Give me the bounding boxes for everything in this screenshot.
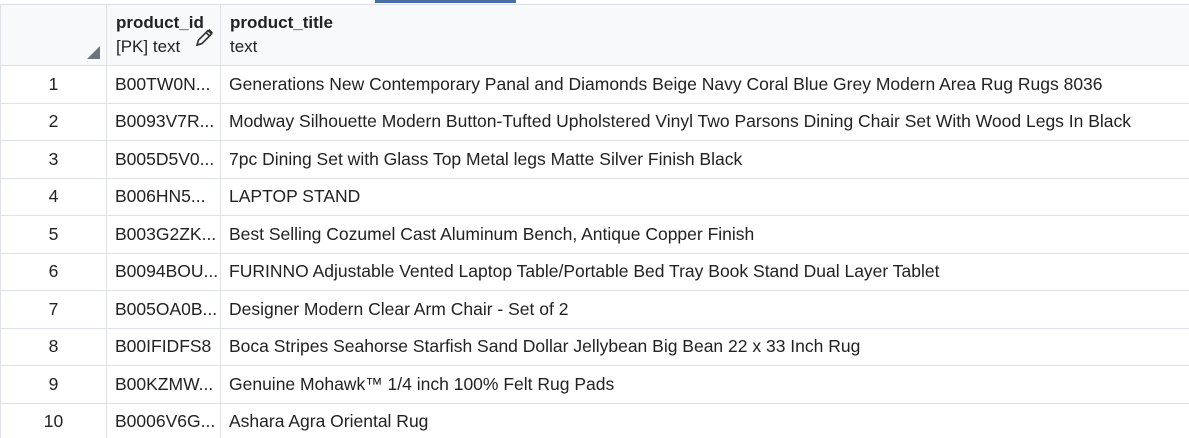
- row-number[interactable]: 3: [0, 140, 107, 179]
- table-row[interactable]: 2 B0093V7R... Modway Silhouette Modern But…: [0, 103, 1189, 141]
- row-number-label: 3: [48, 148, 59, 169]
- cell-product-id[interactable]: B0094BOU...: [106, 253, 221, 291]
- table-row[interactable]: 5 B003G2ZK... Best Selling Cozumel Cast Al…: [0, 215, 1189, 254]
- row-number-label: 4: [48, 186, 59, 207]
- row-number[interactable]: 1: [0, 65, 107, 104]
- column-header-product-title[interactable]: product_title text: [220, 4, 1189, 66]
- row-number-label: 5: [48, 223, 59, 244]
- cell-product-id[interactable]: B00KZMW...: [106, 365, 221, 404]
- table-row[interactable]: 10 B0006V6G... Ashara Agra Oriental Rug: [0, 403, 1189, 438]
- row-number-label: 7: [48, 298, 59, 319]
- cell-product-id[interactable]: B00IFIDFS8: [106, 328, 221, 366]
- select-all-triangle-icon[interactable]: [87, 46, 100, 59]
- query-result-grid: product_id [PK] text product_title text …: [0, 4, 1189, 438]
- table-row[interactable]: 6 B0094BOU... FURINNO Adjustable Vented La…: [0, 253, 1189, 291]
- cell-product-id[interactable]: B0006V6G...: [106, 403, 221, 438]
- cell-product-id[interactable]: B0093V7R...: [106, 103, 221, 141]
- cell-product-title[interactable]: Ashara Agra Oriental Rug: [220, 403, 1189, 438]
- row-number[interactable]: 7: [0, 290, 107, 329]
- row-number-label: 1: [48, 73, 59, 94]
- row-number-label: 2: [48, 111, 59, 132]
- cell-product-id[interactable]: B006HN5...: [106, 178, 221, 216]
- table-row[interactable]: 3 B005D5V0... 7pc Dining Set with Glass To…: [0, 140, 1189, 179]
- header-row: product_id [PK] text product_title text: [0, 4, 1189, 66]
- cell-product-title[interactable]: 7pc Dining Set with Glass Top Metal legs…: [220, 140, 1189, 179]
- row-number[interactable]: 9: [0, 365, 107, 404]
- column-type: text: [230, 37, 258, 56]
- row-number-label: 9: [48, 373, 59, 394]
- table-row[interactable]: 8 B00IFIDFS8 Boca Stripes Seahorse Starfis…: [0, 328, 1189, 366]
- pencil-icon[interactable]: [193, 27, 215, 49]
- cell-product-title[interactable]: Genuine Mohawk™ 1/4 inch 100% Felt Rug P…: [220, 365, 1189, 404]
- cell-product-title[interactable]: Generations New Contemporary Panal and D…: [220, 65, 1189, 104]
- table-row[interactable]: 4 B006HN5... LAPTOP STAND: [0, 178, 1189, 216]
- cell-product-title[interactable]: LAPTOP STAND: [220, 178, 1189, 216]
- cell-product-id[interactable]: B00TW0N...: [106, 65, 221, 104]
- column-header-product-id[interactable]: product_id [PK] text: [106, 4, 221, 66]
- cell-product-id[interactable]: B005OA0B...: [106, 290, 221, 329]
- cell-product-id[interactable]: B003G2ZK...: [106, 215, 221, 254]
- table-row[interactable]: 9 B00KZMW... Genuine Mohawk™ 1/4 inch 100%…: [0, 365, 1189, 404]
- row-number[interactable]: 8: [0, 328, 107, 366]
- row-number[interactable]: 5: [0, 215, 107, 254]
- column-name: product_id: [116, 13, 204, 32]
- cell-product-title[interactable]: FURINNO Adjustable Vented Laptop Table/P…: [220, 253, 1189, 291]
- row-number[interactable]: 2: [0, 103, 107, 141]
- cell-product-title[interactable]: Modway Silhouette Modern Button-Tufted U…: [220, 103, 1189, 141]
- row-number-label: 8: [48, 336, 59, 357]
- cell-product-title[interactable]: Designer Modern Clear Arm Chair - Set of…: [220, 290, 1189, 329]
- column-name: product_title: [230, 13, 333, 32]
- cell-product-title[interactable]: Boca Stripes Seahorse Starfish Sand Doll…: [220, 328, 1189, 366]
- row-number-label: 10: [43, 411, 64, 432]
- row-number[interactable]: 10: [0, 403, 107, 438]
- table-row[interactable]: 1 B00TW0N... Generations New Contemporary …: [0, 65, 1189, 104]
- row-number[interactable]: 4: [0, 178, 107, 216]
- row-number[interactable]: 6: [0, 253, 107, 291]
- cell-product-title[interactable]: Best Selling Cozumel Cast Aluminum Bench…: [220, 215, 1189, 254]
- cell-product-id[interactable]: B005D5V0...: [106, 140, 221, 179]
- row-number-label: 6: [48, 261, 59, 282]
- table-row[interactable]: 7 B005OA0B... Designer Modern Clear Arm Ch…: [0, 290, 1189, 329]
- select-all-corner[interactable]: [0, 4, 107, 66]
- active-tab-indicator: [375, 0, 516, 3]
